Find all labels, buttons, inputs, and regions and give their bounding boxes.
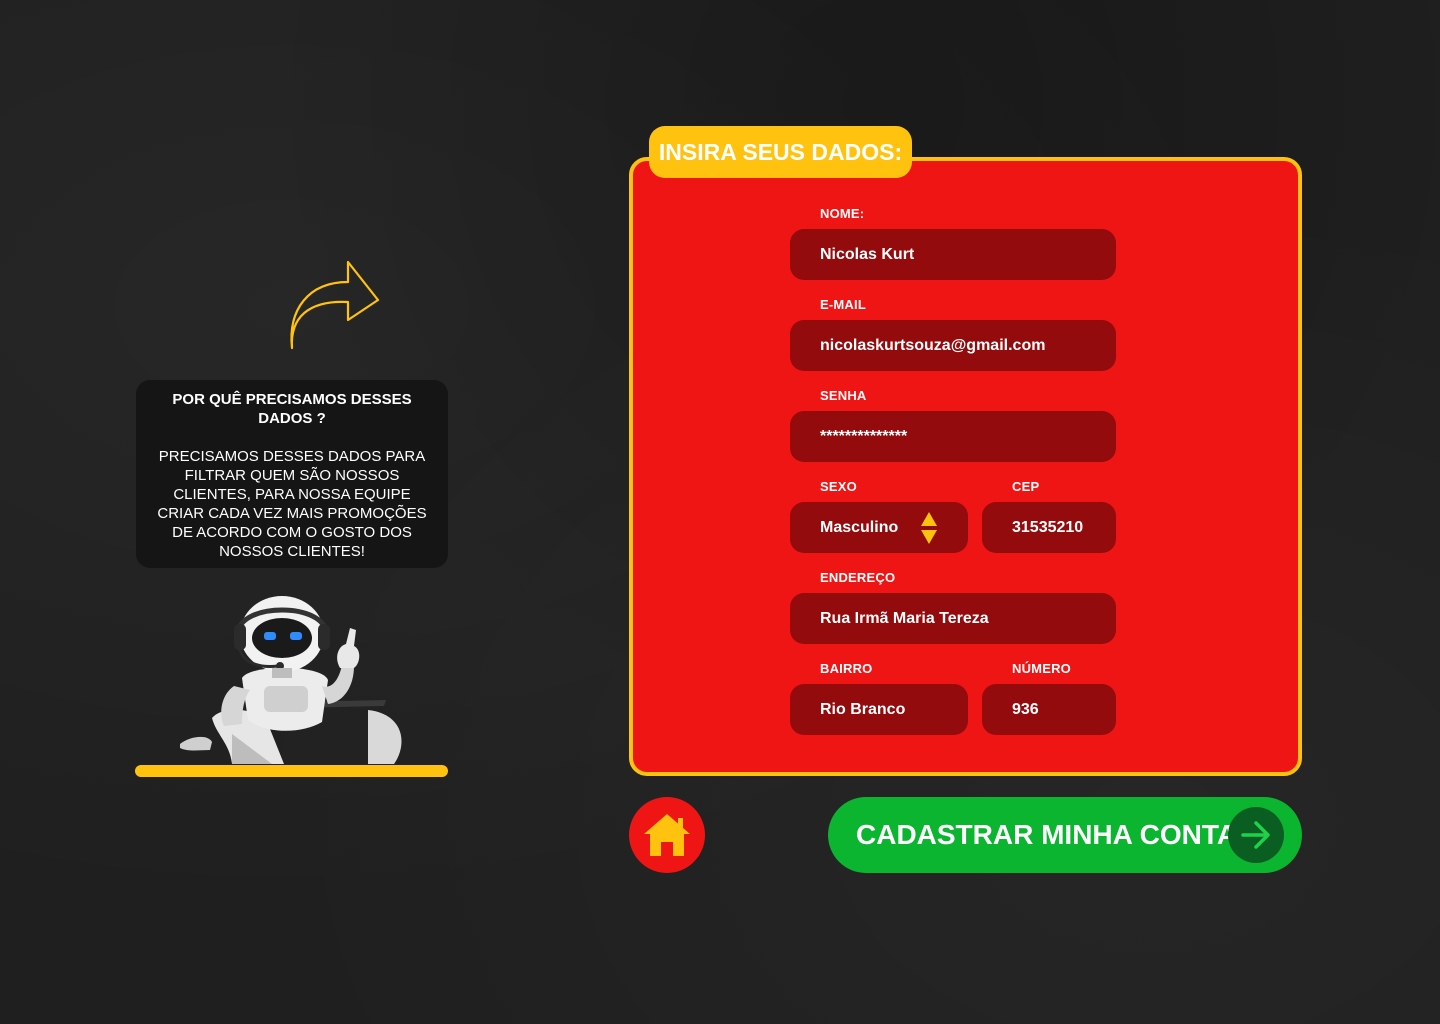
info-title: POR QUÊ PRECISAMOS DESSES DADOS ? (172, 391, 412, 427)
nome-input[interactable] (820, 245, 1116, 264)
bairro-input[interactable] (820, 700, 968, 719)
nome-label: NOME: (820, 206, 865, 221)
robot-base-bar (135, 765, 448, 777)
senha-field[interactable] (790, 411, 1116, 462)
sexo-label: SEXO (820, 479, 857, 494)
cep-field[interactable] (982, 502, 1116, 553)
info-body: PRECISAMOS DESSES DADOS PARA FILTRAR QUE… (157, 448, 427, 560)
nome-field[interactable] (790, 229, 1116, 280)
endereco-label: ENDEREÇO (820, 570, 896, 585)
sort-up-down-icon[interactable] (920, 510, 938, 546)
endereco-field[interactable] (790, 593, 1116, 644)
sexo-value: Masculino (820, 518, 899, 536)
senha-input[interactable] (820, 427, 1116, 446)
cep-label: CEP (1012, 479, 1040, 494)
curved-arrow-right-icon (290, 260, 380, 350)
info-card: POR QUÊ PRECISAMOS DESSES DADOS ? PRECIS… (136, 380, 448, 568)
endereco-input[interactable] (820, 609, 1116, 628)
form-title: INSIRA SEUS DADOS: (649, 126, 912, 178)
email-field[interactable] (790, 320, 1116, 371)
arrow-right-icon (1228, 807, 1284, 863)
submit-label: CADASTRAR MINHA CONTA (856, 819, 1238, 850)
email-label: E-MAIL (820, 297, 866, 312)
numero-field[interactable] (982, 684, 1116, 735)
bairro-field[interactable] (790, 684, 968, 735)
senha-label: SENHA (820, 388, 867, 403)
home-icon (644, 814, 690, 856)
bairro-label: BAIRRO (820, 661, 873, 676)
numero-label: NÚMERO (1012, 661, 1071, 676)
numero-input[interactable] (1012, 700, 1116, 719)
email-input[interactable] (820, 336, 1116, 355)
robot-illustration (180, 596, 402, 764)
home-button[interactable] (629, 797, 705, 873)
cep-input[interactable] (1012, 518, 1116, 537)
sexo-select[interactable]: Masculino (790, 502, 968, 553)
submit-button[interactable]: CADASTRAR MINHA CONTA (828, 797, 1302, 873)
